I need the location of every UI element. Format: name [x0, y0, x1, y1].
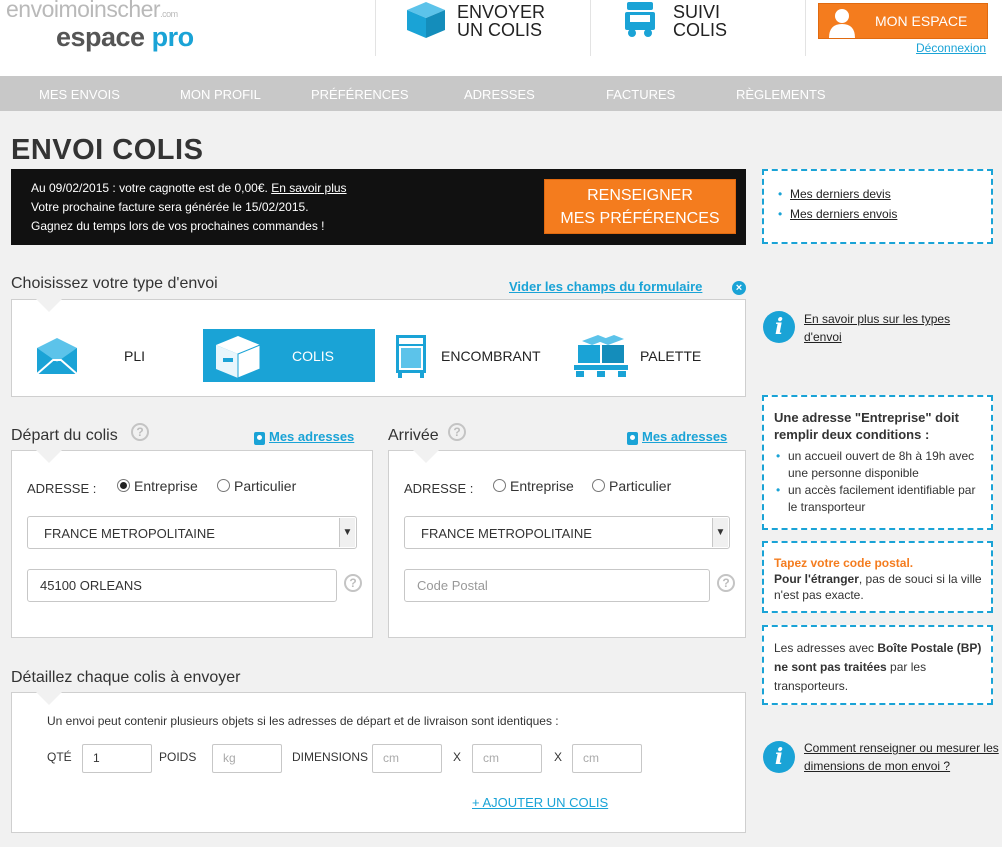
- chevron-down-icon: ▼: [712, 518, 728, 547]
- departure-postal-input[interactable]: 45100 ORLEANS: [27, 569, 337, 602]
- condition-item: un accueil ouvert de 8h à 19h avec une p…: [774, 448, 983, 482]
- help-icon[interactable]: ?: [131, 423, 149, 441]
- recent-links-box: Mes derniers devis Mes derniers envois: [762, 169, 993, 244]
- departure-radio-particulier[interactable]: [217, 479, 230, 492]
- account-banner: Au 09/02/2015 : votre cagnotte est de 0,…: [11, 169, 746, 245]
- departure-radio-particulier-label[interactable]: Particulier: [234, 478, 296, 494]
- arrival-title: Arrivée: [388, 427, 439, 444]
- type-option-colis[interactable]: COLIS: [203, 329, 375, 382]
- clear-form-link[interactable]: Vider les champs du formulaire: [509, 279, 702, 294]
- nav-item-mon-profil[interactable]: MON PROFIL: [180, 87, 261, 102]
- logout-link[interactable]: Déconnexion: [916, 41, 986, 55]
- arrival-radio-particulier[interactable]: [592, 479, 605, 492]
- weight-label: POIDS: [159, 750, 197, 764]
- track-parcel-button[interactable]: SUIVI COLIS: [623, 0, 727, 39]
- envelope-icon: [36, 337, 78, 375]
- departure-radio-entreprise[interactable]: [117, 479, 130, 492]
- arrival-radio-entreprise[interactable]: [493, 479, 506, 492]
- dimensions-label: DIMENSIONS: [292, 750, 369, 764]
- page-title: ENVOI COLIS: [11, 134, 204, 166]
- my-account-button[interactable]: MON ESPACE: [818, 3, 988, 39]
- nav-item-reglements[interactable]: RÈGLEMENTS: [736, 87, 826, 102]
- departure-address-label: ADRESSE :: [27, 481, 97, 496]
- qty-label: QTÉ: [47, 750, 72, 764]
- nav-item-preferences[interactable]: PRÉFÉRENCES: [311, 87, 409, 102]
- nav-item-adresses[interactable]: ADRESSES: [464, 87, 535, 102]
- close-icon[interactable]: ×: [732, 281, 746, 295]
- my-account-label: MON ESPACE: [875, 13, 968, 29]
- postal-code-tip-box: Tapez votre code postal. Pour l'étranger…: [762, 541, 993, 613]
- type-option-pli[interactable]: PLI: [25, 329, 185, 382]
- set-preferences-button[interactable]: RENSEIGNER MES PRÉFÉRENCES: [544, 179, 736, 234]
- info-icon: i: [763, 311, 795, 343]
- arrival-country-select[interactable]: FRANCE METROPOLITAINE ▼: [404, 516, 730, 549]
- header: envoimoinscher.com espace pro ENVOYER UN …: [0, 0, 1002, 76]
- banner-line-invoice: Votre prochaine facture sera générée le …: [31, 200, 309, 214]
- box-icon: [407, 2, 445, 38]
- postal-tip-title: Tapez votre code postal.: [774, 556, 914, 570]
- parcels-note: Un envoi peut contenir plusieurs objets …: [47, 714, 559, 728]
- cabinet-icon: [396, 334, 426, 378]
- header-divider: [590, 0, 591, 56]
- weight-input[interactable]: kg: [212, 744, 282, 773]
- nav-item-mes-envois[interactable]: MES ENVOIS: [39, 87, 120, 102]
- logo-espace-pro[interactable]: espace pro: [56, 22, 194, 53]
- recent-quotes-link[interactable]: Mes derniers devis: [790, 187, 891, 201]
- enterprise-conditions-title: Une adresse "Entreprise" doit remplir de…: [774, 410, 959, 442]
- type-option-palette[interactable]: PALETTE: [570, 329, 740, 382]
- address-book-icon: [627, 432, 638, 445]
- info-icon: i: [763, 741, 795, 773]
- po-box-tip-box: Les adresses avec Boîte Postale (BP) ne …: [762, 625, 993, 705]
- add-parcel-link[interactable]: + AJOUTER UN COLIS: [472, 795, 608, 810]
- arrival-address-label: ADRESSE :: [404, 481, 474, 496]
- help-icon[interactable]: ?: [717, 574, 735, 592]
- arrival-radio-particulier-label[interactable]: Particulier: [609, 478, 671, 494]
- banner-line-tip: Gagnez du temps lors de vos prochaines c…: [31, 219, 325, 233]
- times-sign: X: [453, 750, 462, 764]
- parcels-title: Détaillez chaque colis à envoyer: [11, 669, 241, 686]
- truck-icon: [625, 2, 655, 37]
- departure-my-addresses-link[interactable]: Mes adresses: [269, 429, 354, 444]
- height-input[interactable]: cm: [572, 744, 642, 773]
- arrival-radio-entreprise-label[interactable]: Entreprise: [510, 478, 574, 494]
- dimensions-info-link[interactable]: Comment renseigner ou mesurer les dimens…: [804, 739, 999, 775]
- user-icon: [826, 4, 858, 38]
- banner-line-balance: Au 09/02/2015 : votre cagnotte est de 0,…: [31, 181, 347, 195]
- chevron-down-icon: ▼: [339, 518, 355, 547]
- nav-item-factures[interactable]: FACTURES: [606, 87, 675, 102]
- times-sign: X: [554, 750, 563, 764]
- shipment-types-info-link[interactable]: En savoir plus sur les types d'envoi: [804, 310, 984, 346]
- recent-shipments-link[interactable]: Mes derniers envois: [790, 207, 897, 221]
- departure-title: Départ du colis: [11, 427, 118, 444]
- main-nav: MES ENVOIS MON PROFIL PRÉFÉRENCES ADRESS…: [0, 76, 1002, 111]
- help-icon[interactable]: ?: [344, 574, 362, 592]
- shipment-type-title: Choisissez votre type d'envoi: [11, 275, 218, 292]
- help-icon[interactable]: ?: [448, 423, 466, 441]
- qty-input[interactable]: 1: [82, 744, 152, 773]
- header-divider: [375, 0, 376, 56]
- type-option-encombrant[interactable]: ENCOMBRANT: [390, 329, 560, 382]
- width-input[interactable]: cm: [472, 744, 542, 773]
- box-icon: [216, 335, 261, 379]
- pallet-icon: [574, 334, 628, 377]
- send-parcel-button[interactable]: ENVOYER UN COLIS: [405, 0, 545, 40]
- arrival-my-addresses-link[interactable]: Mes adresses: [642, 429, 727, 444]
- departure-country-select[interactable]: FRANCE METROPOLITAINE ▼: [27, 516, 357, 549]
- header-divider: [805, 0, 806, 56]
- condition-item: un accès facilement identifiable par le …: [774, 482, 983, 516]
- length-input[interactable]: cm: [372, 744, 442, 773]
- departure-radio-entreprise-label[interactable]: Entreprise: [134, 478, 198, 494]
- address-book-icon: [254, 432, 265, 445]
- learn-more-link[interactable]: En savoir plus: [271, 181, 346, 195]
- arrival-postal-input[interactable]: Code Postal: [404, 569, 710, 602]
- logo-wordmark[interactable]: envoimoinscher.com: [6, 0, 178, 23]
- enterprise-conditions-box: Une adresse "Entreprise" doit remplir de…: [762, 395, 993, 530]
